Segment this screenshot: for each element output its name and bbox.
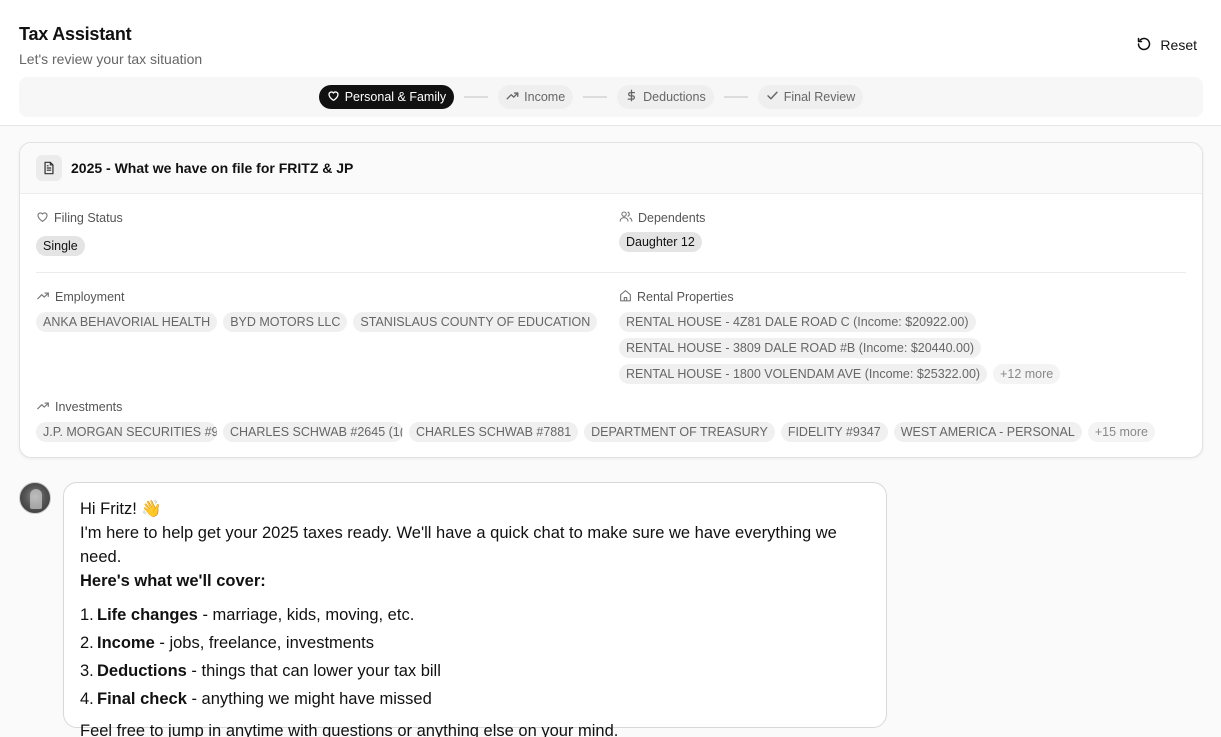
step-income[interactable]: Income (498, 85, 574, 109)
home-icon (619, 289, 632, 305)
step-label: Income (524, 90, 566, 104)
step-connector (464, 96, 489, 98)
employer-chip: ANKA BEHAVORIAL HEALTH (36, 312, 218, 332)
dollar-icon (625, 89, 638, 105)
check-icon (766, 89, 779, 105)
message-cover-heading: Here's what we'll cover: (80, 572, 266, 590)
users-icon (619, 210, 633, 226)
investment-chip: CHARLES SCHWAB #7881 (409, 422, 579, 442)
page-title: Tax Assistant (19, 24, 132, 44)
step-label: Personal & Family (344, 90, 447, 104)
section-divider (36, 272, 1186, 273)
page-subtitle: Let's review your tax situation (19, 51, 203, 67)
investment-chip: CHARLES SCHWAB #2645 (1( (223, 422, 403, 442)
reset-button[interactable]: Reset (1130, 32, 1203, 58)
rental-properties-label: Rental Properties (637, 290, 734, 304)
step-personal-family[interactable]: Personal & Family (318, 85, 455, 109)
message-topic-list: 1. Life changes - marriage, kids, moving,… (80, 601, 870, 713)
investments-field: Investments J.P. MORGAN SECURITIES #9! C… (36, 399, 1186, 442)
heart-icon (36, 210, 49, 226)
trending-up-icon (36, 399, 50, 415)
list-item: 2. Income - jobs, freelance, investments (80, 634, 374, 652)
document-icon (36, 155, 62, 181)
trending-up-icon (36, 289, 50, 305)
list-item: 1. Life changes - marriage, kids, moving,… (80, 606, 415, 624)
rental-property-chip: RENTAL HOUSE - 1800 VOLENDAM AVE (Income… (619, 364, 988, 384)
message-footer: Feel free to jump in anytime with questi… (80, 722, 619, 737)
more-investments-badge[interactable]: +15 more (1087, 422, 1155, 442)
dependent-chip: Daughter 12 (619, 232, 702, 252)
employer-chip: STANISLAUS COUNTY OF EDUCATION (353, 312, 598, 332)
reset-label: Reset (1160, 37, 1197, 53)
assistant-message: Hi Fritz! 👋 I'm here to help get your 20… (63, 482, 887, 737)
investment-chip: J.P. MORGAN SECURITIES #9! (36, 422, 217, 442)
investment-chip: DEPARTMENT OF TREASURY (584, 422, 775, 442)
step-connector (723, 96, 748, 98)
filing-status-label: Filing Status (54, 211, 123, 225)
dependents-field: Dependents Daughter 12 (619, 210, 705, 252)
list-item: 4. Final check - anything we might have m… (80, 690, 432, 708)
investment-chip: WEST AMERICA - PERSONAL (893, 422, 1082, 442)
rental-properties-field: Rental Properties RENTAL HOUSE - 4Z81 DA… (619, 289, 1089, 384)
rental-property-chip: RENTAL HOUSE - 3809 DALE ROAD #B (Income… (619, 338, 982, 358)
message-intro: I'm here to help get your 2025 taxes rea… (80, 524, 837, 566)
step-final-review[interactable]: Final Review (757, 85, 864, 109)
employer-chip: BYD MOTORS LLC (223, 312, 348, 332)
investments-label: Investments (55, 400, 123, 414)
card-title: 2025 - What we have on file for FRITZ & … (71, 160, 354, 176)
rental-property-chip: RENTAL HOUSE - 4Z81 DALE ROAD C (Income:… (619, 312, 976, 332)
investment-chip: FIDELITY #9347 (780, 422, 888, 442)
step-label: Final Review (783, 90, 856, 104)
step-label: Deductions (643, 90, 706, 104)
heart-icon (327, 89, 340, 105)
more-rentals-badge[interactable]: +12 more (993, 364, 1061, 384)
step-connector (583, 96, 608, 98)
trending-up-icon (506, 89, 519, 105)
filing-status-field: Filing Status Single (36, 210, 123, 256)
app-header: Tax Assistant Let's review your tax situ… (0, 0, 1221, 126)
message-greeting: Hi Fritz! 👋 (80, 500, 162, 518)
progress-stepper: Personal & Family Income Deductions Fina… (19, 77, 1203, 117)
file-summary-card: 2025 - What we have on file for FRITZ & … (19, 142, 1203, 458)
reset-icon (1136, 36, 1152, 55)
filing-status-badge: Single (36, 236, 85, 256)
list-item: 3. Deductions - things that can lower you… (80, 662, 441, 680)
step-deductions[interactable]: Deductions (617, 85, 714, 109)
employment-field: Employment ANKA BEHAVORIAL HEALTH BYD MO… (36, 289, 606, 332)
card-header: 2025 - What we have on file for FRITZ & … (20, 143, 1202, 194)
dependents-label: Dependents (638, 211, 706, 225)
employment-label: Employment (55, 290, 125, 304)
assistant-avatar (19, 482, 51, 514)
